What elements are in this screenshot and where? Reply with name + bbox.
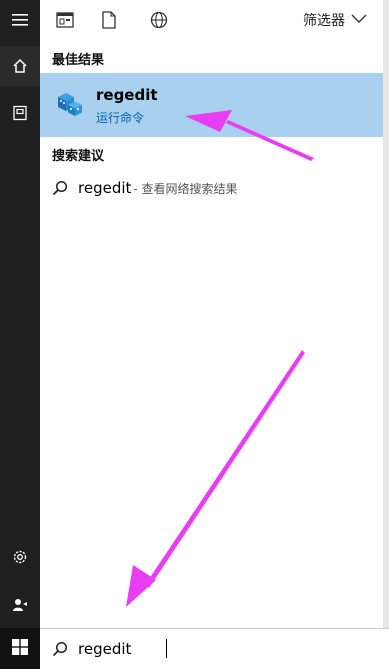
suggestions-heading: 搜索建议 (52, 149, 105, 164)
start-sidebar (0, 0, 40, 628)
document-icon[interactable] (0, 93, 40, 133)
best-result-heading: 最佳结果 (52, 53, 105, 68)
hamburger-menu-icon[interactable] (0, 0, 40, 40)
taskbar-search-box[interactable] (40, 628, 389, 669)
registry-editor-app-icon (54, 87, 86, 119)
settings-gear-icon[interactable] (0, 537, 40, 577)
suggestion-term: regedit (78, 179, 132, 197)
search-results-panel: 筛选器 最佳结果 regedit 运行命令 搜索建议 regedit - 查看网… (40, 0, 383, 628)
apps-icon[interactable] (53, 8, 77, 32)
suggestion-hint: - 查看网络搜索结果 (133, 181, 238, 196)
best-result-subtitle: 运行命令 (96, 111, 145, 125)
windows-logo-icon (12, 638, 28, 659)
web-globe-icon[interactable] (147, 8, 171, 32)
search-magnifier-icon (52, 180, 68, 196)
home-icon[interactable] (0, 46, 40, 86)
scope-toolbar: 筛选器 (40, 0, 383, 40)
chevron-down-icon (351, 12, 367, 28)
search-input[interactable] (78, 638, 368, 660)
filter-dropdown[interactable]: 筛选器 (303, 8, 367, 32)
best-result-name: regedit (96, 86, 158, 104)
text-caret (166, 639, 167, 658)
search-magnifier-icon (52, 641, 68, 661)
search-suggestion-item[interactable]: regedit - 查看网络搜索结果 (40, 172, 383, 204)
user-account-icon[interactable] (0, 585, 40, 625)
best-result-item[interactable]: regedit 运行命令 (40, 73, 383, 137)
windows-start-button[interactable] (0, 628, 40, 669)
documents-icon[interactable] (97, 8, 121, 32)
filter-label: 筛选器 (303, 13, 345, 29)
scrollbar-track[interactable] (383, 0, 389, 628)
